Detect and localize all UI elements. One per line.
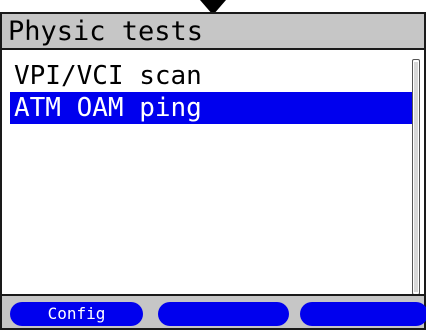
menu-item-vpi-vci-scan[interactable]: VPI/VCI scan — [10, 60, 414, 92]
softkey-3[interactable] — [300, 302, 426, 326]
page-title: Physic tests — [8, 16, 204, 47]
config-softkey[interactable]: Config — [10, 302, 143, 326]
scrollbar[interactable] — [412, 59, 420, 295]
title-bar: Physic tests — [2, 14, 424, 50]
softkey-2[interactable] — [158, 302, 289, 326]
scroll-thumb[interactable] — [414, 62, 418, 292]
menu-list: VPI/VCI scan ATM OAM ping — [10, 60, 414, 124]
menu-item-atm-oam-ping[interactable]: ATM OAM ping — [10, 92, 413, 124]
device-screen: Physic tests VPI/VCI scan ATM OAM ping C… — [0, 12, 426, 330]
softkey-bar: Config — [2, 294, 426, 328]
